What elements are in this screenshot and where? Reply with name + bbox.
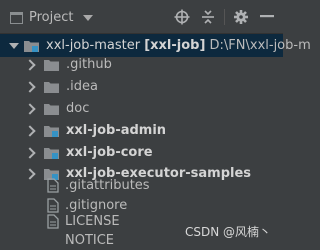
collapse-all-icon[interactable] [199, 8, 217, 26]
tree-item-label: xxl-job-core [66, 145, 153, 160]
expand-arrow-icon[interactable] [9, 43, 19, 49]
text-file-icon [47, 214, 59, 229]
root-project-name: xxl-job-master [46, 38, 141, 53]
collapsed-arrow-icon[interactable] [24, 103, 36, 115]
tree-item-doc[interactable]: doc [0, 97, 283, 120]
folder-icon [44, 59, 59, 71]
folder-icon [44, 103, 59, 115]
module-folder-icon [44, 147, 59, 159]
tree-item-label: xxl-job-admin [66, 123, 167, 138]
text-file-icon [47, 198, 59, 213]
project-tool-window-header: Project [0, 0, 283, 34]
module-folder-icon [24, 40, 39, 52]
tree-item-label: .gitattributes [65, 178, 150, 193]
tree-item-github[interactable]: .github [0, 53, 283, 76]
collapsed-arrow-icon[interactable] [24, 59, 36, 71]
tree-item-label: NOTICE [65, 233, 115, 248]
chevron-down-icon [83, 14, 94, 21]
module-folder-icon [44, 125, 59, 137]
csdn-watermark: CSDN @风楠丶 [184, 225, 271, 239]
tree-item-xxl-job-admin[interactable]: xxl-job-admin [0, 119, 283, 142]
tree-item-label: .idea [66, 79, 98, 94]
tree-item-label: LICENSE [65, 214, 120, 229]
settings-gear-icon[interactable] [232, 8, 250, 26]
tree-item-idea[interactable]: .idea [0, 75, 283, 98]
tree-item-label: .github [66, 57, 112, 72]
collapsed-arrow-icon[interactable] [24, 125, 36, 137]
collapsed-arrow-icon[interactable] [24, 147, 36, 159]
project-view-dropdown[interactable]: Project [10, 9, 94, 26]
project-view-label: Project [29, 10, 74, 25]
tree-item-xxl-job-core[interactable]: xxl-job-core [0, 141, 283, 164]
root-module-tag: [xxl-job] [144, 38, 206, 53]
hide-minus-icon[interactable] [258, 8, 276, 26]
tree-item-label: doc [66, 101, 90, 116]
tree-item-label: .gitignore [65, 198, 128, 213]
collapsed-arrow-icon[interactable] [24, 81, 36, 93]
root-project-path: D:\FN\xxl-job-m [209, 38, 311, 53]
text-file-icon [47, 178, 59, 193]
toolbar-separator [224, 9, 225, 25]
locate-icon[interactable] [173, 8, 191, 26]
folder-icon [44, 81, 59, 93]
project-window-icon [10, 11, 23, 24]
